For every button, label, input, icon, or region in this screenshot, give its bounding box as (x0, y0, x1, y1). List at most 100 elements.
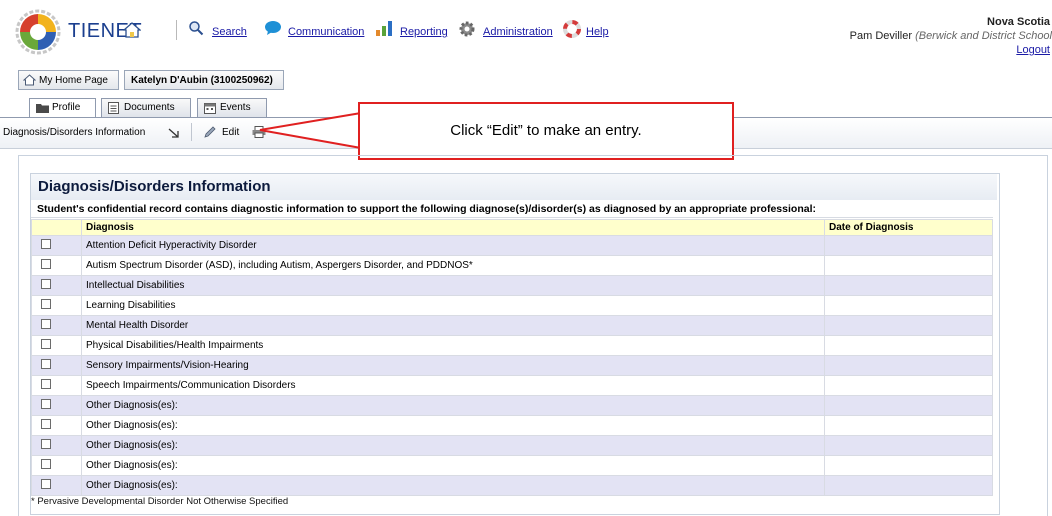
breadcrumb-home[interactable]: My Home Page (18, 70, 119, 90)
row-checkbox-cell (31, 295, 82, 316)
nav-search-link[interactable]: Search (212, 26, 247, 38)
diagnosis-checkbox[interactable] (41, 339, 51, 349)
diagnosis-cell: Intellectual Disabilities (81, 275, 825, 296)
tab-documents-label: Documents (124, 102, 175, 113)
date-cell (824, 255, 993, 276)
nav-divider (176, 20, 177, 40)
tab-events[interactable]: Events (197, 98, 267, 117)
date-cell (824, 235, 993, 256)
date-column-header: Date of Diagnosis (824, 219, 993, 236)
table-row: Other Diagnosis(es): (31, 415, 993, 436)
table-row: Speech Impairments/Communication Disorde… (31, 375, 993, 396)
row-checkbox-cell (31, 435, 82, 456)
row-checkbox-cell (31, 395, 82, 416)
date-cell (824, 315, 993, 336)
table-row: Learning Disabilities (31, 295, 993, 316)
table-row: Other Diagnosis(es): (31, 395, 993, 416)
diagnosis-checkbox[interactable] (41, 459, 51, 469)
row-checkbox-cell (31, 335, 82, 356)
row-checkbox-cell (31, 275, 82, 296)
table-row: Mental Health Disorder (31, 315, 993, 336)
folder-icon (36, 104, 49, 113)
diagnosis-checkbox[interactable] (41, 239, 51, 249)
date-cell (824, 475, 993, 496)
table-row: Physical Disabilities/Health Impairments (31, 335, 993, 356)
nav-reporting-link[interactable]: Reporting (400, 26, 448, 38)
date-cell (824, 275, 993, 296)
diagnosis-checkbox[interactable] (41, 439, 51, 449)
edit-button[interactable]: Edit (222, 127, 239, 138)
document-icon (108, 102, 119, 114)
table-row: Other Diagnosis(es): (31, 475, 993, 496)
date-cell (824, 435, 993, 456)
date-cell (824, 415, 993, 436)
row-checkbox-cell (31, 455, 82, 476)
gear-icon (459, 21, 475, 37)
footnote: * Pervasive Developmental Disorder Not O… (31, 496, 289, 507)
diagnosis-checkbox[interactable] (41, 419, 51, 429)
table-row: Other Diagnosis(es): (31, 455, 993, 476)
breadcrumb-home-label: My Home Page (39, 75, 108, 86)
table-row: Sensory Impairments/Vision-Hearing (31, 355, 993, 376)
date-cell (824, 375, 993, 396)
instruction-callout: Click “Edit” to make an entry. (358, 102, 734, 160)
diagnosis-checkbox[interactable] (41, 279, 51, 289)
diagnosis-checkbox[interactable] (41, 479, 51, 489)
diagnosis-cell: Other Diagnosis(es): (81, 455, 825, 476)
diagnosis-cell: Sensory Impairments/Vision-Hearing (81, 355, 825, 376)
table-row: Intellectual Disabilities (31, 275, 993, 296)
section-title: Diagnosis/Disorders Information (38, 178, 271, 195)
lifebuoy-icon (563, 20, 581, 38)
diagnosis-cell: Physical Disabilities/Health Impairments (81, 335, 825, 356)
user-school: (Berwick and District School (915, 30, 1052, 42)
diagnosis-checkbox[interactable] (41, 359, 51, 369)
diagnosis-cell: Speech Impairments/Communication Disorde… (81, 375, 825, 396)
user-name: Pam Deviller (849, 30, 912, 42)
table-header-row: Diagnosis Date of Diagnosis (31, 219, 993, 236)
breadcrumb-student[interactable]: Katelyn D'Aubin (3100250962) (124, 70, 284, 90)
toolbar-divider (191, 123, 192, 141)
tab-profile-label: Profile (52, 102, 81, 113)
nav-help-link[interactable]: Help (586, 26, 609, 38)
row-checkbox-cell (31, 415, 82, 436)
callout-pointer (259, 112, 362, 149)
row-checkbox-cell (31, 475, 82, 496)
user-info: Pam Deviller (Berwick and District Schoo… (850, 30, 1052, 42)
tab-documents[interactable]: Documents (101, 98, 191, 117)
row-checkbox-cell (31, 255, 82, 276)
diagnosis-checkbox[interactable] (41, 399, 51, 409)
diagnosis-cell: Other Diagnosis(es): (81, 475, 825, 496)
diagnosis-cell: Autism Spectrum Disorder (ASD), includin… (81, 255, 825, 276)
diagnosis-checkbox[interactable] (41, 379, 51, 389)
diagnosis-column-header: Diagnosis (81, 219, 825, 236)
row-checkbox-cell (31, 375, 82, 396)
nav-communication-link[interactable]: Communication (288, 26, 364, 38)
date-cell (824, 455, 993, 476)
diagnosis-cell: Mental Health Disorder (81, 315, 825, 336)
section-dropdown[interactable]: Diagnosis/Disorders Information (3, 127, 145, 138)
row-checkbox-cell (31, 315, 82, 336)
arrow-down-right-icon[interactable] (168, 127, 180, 139)
date-cell (824, 295, 993, 316)
section-intro: Student's confidential record contains d… (31, 201, 993, 218)
tab-profile[interactable]: Profile (29, 98, 96, 118)
home-icon[interactable] (123, 22, 141, 38)
diagnosis-table-body: Attention Deficit Hyperactivity Disorder… (31, 235, 993, 496)
tab-events-label: Events (220, 102, 251, 113)
diagnosis-checkbox[interactable] (41, 299, 51, 309)
callout-text: Click “Edit” to make an entry. (450, 122, 642, 139)
date-cell (824, 395, 993, 416)
logout-link[interactable]: Logout (1016, 44, 1050, 56)
nav-administration-link[interactable]: Administration (483, 26, 553, 38)
date-cell (824, 355, 993, 376)
pencil-icon (204, 126, 216, 138)
app-header: TIENET Search Communication Reporting Ad… (0, 0, 1052, 64)
table-row: Attention Deficit Hyperactivity Disorder (31, 235, 993, 256)
diagnosis-table: Diagnosis Date of Diagnosis Attention De… (31, 219, 993, 496)
bar-chart-icon (376, 21, 392, 36)
diagnosis-checkbox[interactable] (41, 319, 51, 329)
chat-bubble-icon (265, 21, 281, 35)
checkbox-column-header (31, 219, 82, 236)
diagnosis-checkbox[interactable] (41, 259, 51, 269)
home-icon (23, 74, 36, 86)
